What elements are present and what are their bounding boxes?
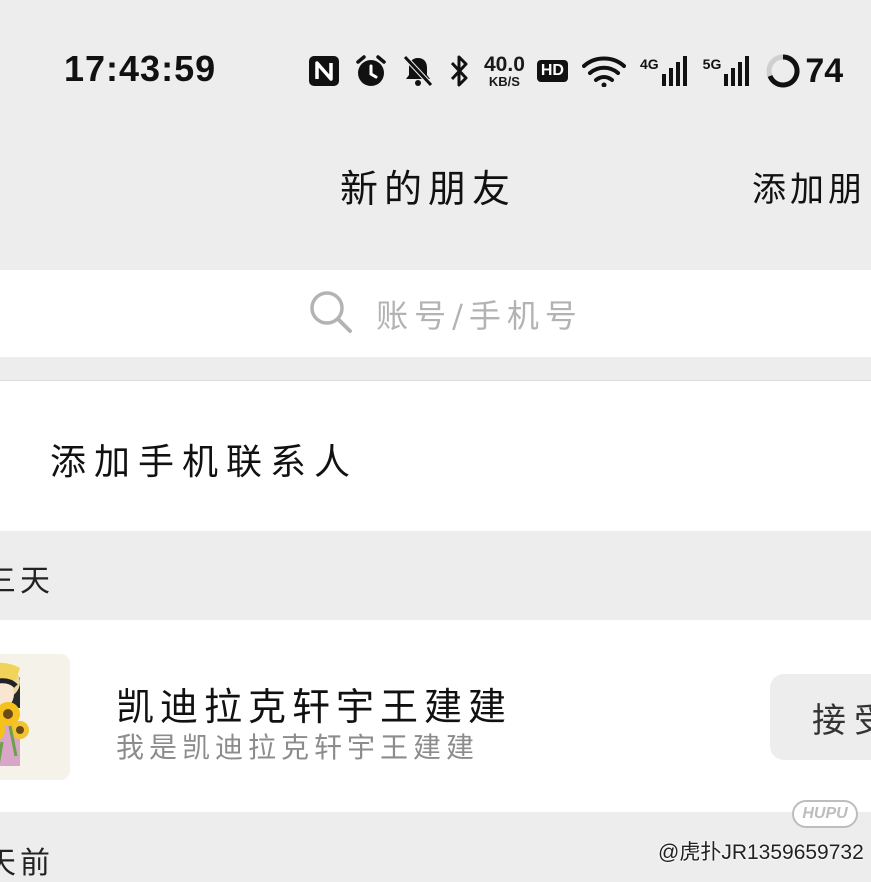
network-5g-label: 5G (702, 56, 722, 72)
sunflower-avatar[interactable] (0, 654, 70, 780)
hd-label: HD (536, 60, 568, 82)
battery-icon: 74 (765, 52, 843, 91)
status-time: 17:43:59 (64, 48, 217, 89)
search-placeholder[interactable]: 账号/手机号 (376, 291, 583, 337)
status-bar: 17:43:59 40.0 KB/S HD 4G 5G 74 (0, 0, 871, 140)
friend-request-row[interactable]: 凯迪拉克轩宇王建建 我是凯迪拉克轩宇王建建 接受 (0, 620, 871, 812)
add-phone-contacts-label: 添加手机联系人 (50, 442, 359, 483)
status-icons: 40.0 KB/S HD 4G 5G 74 (308, 50, 843, 92)
hd-icon: HD (536, 60, 568, 82)
net-speed: 40.0 KB/S (484, 54, 525, 88)
signal-5g-icon: 5G (703, 54, 752, 88)
signal-4g-icon: 4G (640, 54, 689, 88)
tab-add-friends[interactable]: 添加朋 (752, 162, 866, 211)
bluetooth-icon (448, 54, 470, 88)
section-header-three-days: 三天 (0, 564, 54, 599)
battery-level: 74 (805, 51, 844, 90)
net-speed-value: 40.0 (484, 53, 525, 76)
section-header-days-ago: 天前 (0, 846, 54, 881)
net-speed-unit: KB/S (488, 74, 520, 89)
wifi-icon (581, 55, 626, 87)
nfc-icon (308, 55, 340, 87)
friend-request-name: 凯迪拉克轩宇王建建 (116, 685, 513, 729)
accept-button[interactable]: 接受 (770, 674, 871, 760)
watermark-text: @虎扑JR1359659732 (658, 841, 864, 864)
search-icon (308, 289, 354, 339)
tab-new-friends[interactable]: 新的朋友 (340, 158, 516, 213)
mute-icon (402, 54, 434, 88)
search-field[interactable]: 账号/手机号 (308, 289, 583, 339)
hupu-logo-text: HUPU (802, 805, 848, 822)
add-phone-contacts-row[interactable]: 添加手机联系人 (0, 380, 871, 531)
network-4g-label: 4G (639, 56, 659, 72)
alarm-icon (354, 54, 388, 88)
hupu-logo: HUPU (792, 800, 858, 828)
friend-request-message: 我是凯迪拉克轩宇王建建 (116, 731, 480, 764)
search-bar[interactable]: 账号/手机号 (0, 270, 871, 357)
